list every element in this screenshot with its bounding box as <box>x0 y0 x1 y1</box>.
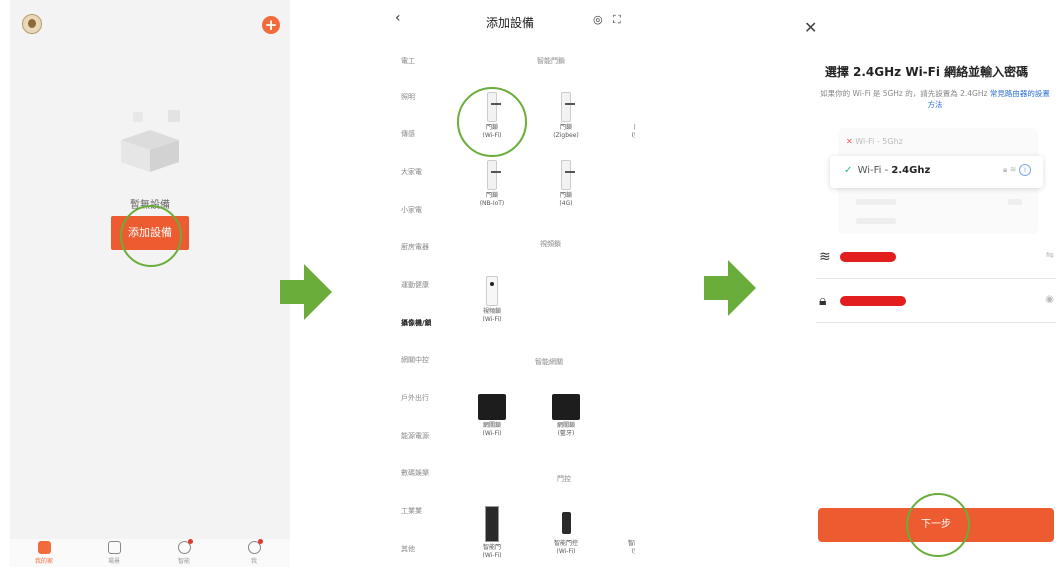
cross-icon: ✕ <box>846 137 853 146</box>
section-title: 智能網關 <box>535 358 563 366</box>
category-item[interactable]: 照明 <box>401 92 415 102</box>
device-gateway-wifi[interactable]: 網關鎖 (Wi-Fi) <box>466 394 518 438</box>
switch-network-icon[interactable]: ⇋ <box>1046 250 1054 261</box>
device-lock-bluetooth[interactable]: 門鎖 (藍牙) <box>614 92 635 140</box>
scan-nearby-icon[interactable]: ◎ <box>593 13 603 26</box>
add-device-button[interactable]: 添加設備 <box>111 216 189 250</box>
wifi-hint-text: 如果你的 Wi-Fi 是 5GHz 的，請先設置為 2.4GHz <box>820 89 988 98</box>
placeholder-line <box>856 218 896 224</box>
category-item[interactable]: 能源電源 <box>401 431 429 441</box>
tab-home-label: 我的家 <box>34 558 53 565</box>
gateway-icon <box>478 394 506 420</box>
scan-qr-icon[interactable]: ⛶ <box>613 13 621 27</box>
section-title: 智能門鎖 <box>537 57 565 65</box>
password-field[interactable]: 🔒︎ ◉ <box>816 280 1056 323</box>
tab-scene[interactable]: 場景 <box>94 541 134 565</box>
device-label: 門鎖 (NB-IoT) <box>479 192 505 207</box>
wifi-5g-item: ✕ Wi-Fi - 5Ghz <box>846 137 1026 151</box>
highlight-circle <box>906 493 970 557</box>
category-item[interactable]: 小家電 <box>401 205 422 215</box>
device-door-wifi[interactable]: 智能門 (Wi-Fi) <box>466 506 518 560</box>
highlight-circle <box>457 87 527 157</box>
tab-smart[interactable]: 智能 <box>164 539 204 565</box>
avatar[interactable] <box>22 14 42 34</box>
device-label: 智能門控 (Wi-Fi) <box>553 540 578 555</box>
device-video-lock[interactable]: 視頻鎖 (Wi-Fi) <box>466 276 518 324</box>
right-arrow-icon <box>280 264 332 320</box>
device-door-control-wifi[interactable]: 智能門控 (Wi-Fi) <box>540 512 592 556</box>
device-lock-zigbee[interactable]: 門鎖 (Zigbee) <box>540 92 592 140</box>
category-item[interactable]: 工業業 <box>401 506 422 516</box>
tab-me[interactable]: 我 <box>234 539 274 565</box>
device-label: 門鎖 (藍牙) <box>631 124 635 139</box>
lock-icon: 🔒︎ <box>1002 165 1008 174</box>
category-item[interactable]: 電工 <box>401 56 415 66</box>
wifi-name-field[interactable]: ≋ ⇋ <box>816 236 1056 279</box>
device-label: 網關鎖 (Wi-Fi) <box>482 422 502 437</box>
device-door-control-bluetooth[interactable]: 智能門控 (藍牙) <box>614 512 635 556</box>
wifi-5g-label: Wi-Fi - 5Ghz <box>855 137 903 146</box>
lock-icon: 🔒︎ <box>819 293 827 309</box>
device-gateway-bluetooth[interactable]: 網關鎖 (藍牙) <box>540 394 592 438</box>
redacted-password <box>840 296 906 306</box>
check-icon: ✓ <box>844 165 853 176</box>
door-lock-icon <box>561 160 575 190</box>
page-title: 選擇 2.4GHz Wi-Fi 網絡並輸入密碼 <box>824 65 1029 79</box>
wifi-setup-panel: ✕ 選擇 2.4GHz Wi-Fi 網絡並輸入密碼 如果你的 Wi-Fi 是 5… <box>790 0 1063 567</box>
video-lock-icon <box>486 276 498 306</box>
empty-state-text: 暫無設備 <box>130 200 170 211</box>
home-screen-panel: + 暫無設備 添加設備 我的家 場景 智能 我 <box>10 0 290 567</box>
category-item-selected[interactable]: 攝像機/鎖 <box>401 318 432 328</box>
tab-scene-label: 場景 <box>107 558 120 565</box>
empty-box-illustration <box>121 110 180 172</box>
wifi-24g-band: 2.4Ghz <box>891 165 931 176</box>
category-item[interactable]: 大家電 <box>401 167 422 177</box>
add-device-panel: ‹ 添加設備 ◎ ⛶ 電工 照明 傳感 大家電 小家電 廚房電器 運動健康 攝像… <box>385 0 635 567</box>
smart-door-icon <box>485 506 499 542</box>
wifi-24g-prefix: Wi-Fi - <box>857 165 892 176</box>
category-item[interactable]: 網關中控 <box>401 355 429 365</box>
gateway-icon <box>552 394 580 420</box>
category-item[interactable]: 運動健康 <box>401 280 429 290</box>
notification-badge <box>258 539 263 544</box>
tab-me-label: 我 <box>250 558 257 565</box>
category-item[interactable]: 戶外出行 <box>401 393 429 403</box>
category-item[interactable]: 數碼娛樂 <box>401 468 429 478</box>
eye-icon[interactable]: ◉ <box>1045 294 1054 305</box>
device-lock-4g[interactable]: 門鎖 (4G) <box>540 160 592 208</box>
device-lock-nbiot[interactable]: 門鎖 (NB-IoT) <box>466 160 518 208</box>
wifi-icon: ≋ <box>819 249 831 265</box>
bottom-tab-bar: 我的家 場景 智能 我 <box>10 539 290 567</box>
wifi-icon: ≋ <box>1009 165 1017 174</box>
info-icon: i <box>1019 164 1031 176</box>
door-lock-icon <box>487 160 501 190</box>
add-icon[interactable]: + <box>262 16 280 34</box>
scene-icon <box>107 541 121 554</box>
wifi-24g-card: ✓ Wi-Fi - 2.4Ghz 🔒︎ ≋ i <box>830 156 1043 188</box>
section-title: 視頻鎖 <box>540 240 561 248</box>
notification-badge <box>188 539 193 544</box>
wifi-hint: 如果你的 Wi-Fi 是 5GHz 的，請先設置為 2.4GHz 常見路由器的設… <box>820 88 1050 110</box>
right-arrow-icon <box>704 260 756 316</box>
redacted-ssid <box>840 252 896 262</box>
close-icon[interactable]: ✕ <box>804 18 817 37</box>
device-label: 視頻鎖 (Wi-Fi) <box>482 308 502 323</box>
section-title: 門控 <box>557 475 571 483</box>
device-label: 網關鎖 (藍牙) <box>556 422 575 437</box>
category-item[interactable]: 傳感 <box>401 129 415 139</box>
door-lock-icon <box>561 92 575 122</box>
tab-home[interactable]: 我的家 <box>24 541 64 565</box>
home-icon <box>37 541 51 554</box>
placeholder-line <box>1008 199 1022 205</box>
tab-smart-label: 智能 <box>177 558 190 565</box>
device-label: 門鎖 (4G) <box>559 192 573 207</box>
placeholder-line <box>856 199 896 205</box>
device-label: 智能門 (Wi-Fi) <box>482 544 502 559</box>
device-label: 智能門控 (藍牙) <box>627 540 635 555</box>
door-control-icon <box>561 512 571 534</box>
category-item[interactable]: 廚房電器 <box>401 242 429 252</box>
category-item[interactable]: 其他 <box>401 544 415 554</box>
device-label: 門鎖 (Zigbee) <box>553 124 579 139</box>
